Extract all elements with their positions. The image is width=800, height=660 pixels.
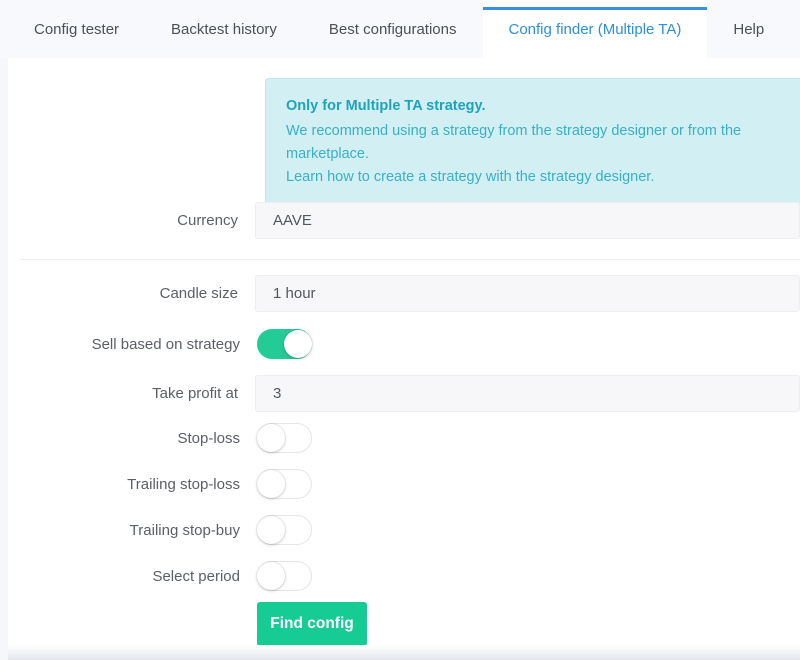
form-row-sell-based-on-strategy: Sell based on strategy bbox=[8, 329, 800, 359]
stop-loss-toggle[interactable] bbox=[257, 423, 312, 453]
stop-loss-label: Stop-loss bbox=[177, 429, 240, 447]
form-row-take-profit-at: Take profit at 3 bbox=[8, 374, 800, 412]
take-profit-at-label: Take profit at bbox=[152, 384, 238, 402]
trailing-stop-buy-label: Trailing stop-buy bbox=[129, 521, 240, 539]
candle-size-value: 1 hour bbox=[273, 284, 316, 302]
trailing-stop-loss-label: Trailing stop-loss bbox=[127, 475, 240, 493]
form-row-candle-size: Candle size 1 hour bbox=[8, 274, 800, 312]
tab-label: Backtest history bbox=[171, 20, 277, 38]
notice-line-2: Learn how to create a strategy with the … bbox=[286, 168, 655, 185]
toggle-knob bbox=[284, 330, 312, 358]
form-row-trailing-stop-buy: Trailing stop-buy bbox=[8, 515, 800, 545]
candle-size-select[interactable]: 1 hour bbox=[255, 274, 800, 312]
form-row-submit: Find config bbox=[8, 602, 800, 646]
select-period-control bbox=[257, 561, 800, 591]
sell-based-on-strategy-control bbox=[257, 329, 800, 359]
page-bottom-shadow bbox=[8, 645, 800, 660]
take-profit-at-value: 3 bbox=[273, 384, 282, 402]
tab-label: Best configurations bbox=[328, 20, 457, 38]
toggle-knob bbox=[257, 562, 285, 590]
find-config-button-label: Find config bbox=[270, 615, 354, 633]
form-row-trailing-stop-loss: Trailing stop-loss bbox=[8, 469, 800, 499]
tab-config-finder-multiple-ta[interactable]: Config finder (Multiple TA) bbox=[482, 0, 708, 58]
tab-label: Help bbox=[733, 20, 765, 38]
take-profit-at-input[interactable]: 3 bbox=[255, 374, 800, 412]
form-row-stop-loss: Stop-loss bbox=[8, 423, 800, 453]
currency-value: AAVE bbox=[273, 211, 312, 229]
toggle-knob bbox=[257, 424, 285, 452]
candle-size-control: 1 hour bbox=[255, 274, 800, 312]
tab-help[interactable]: Help bbox=[707, 0, 790, 58]
page-content: Only for Multiple TA strategy. We recomm… bbox=[8, 58, 800, 652]
stop-loss-control bbox=[257, 423, 800, 453]
tab-label: Config finder (Multiple TA) bbox=[508, 20, 682, 38]
trailing-stop-buy-toggle[interactable] bbox=[257, 515, 312, 545]
candle-size-label: Candle size bbox=[159, 284, 238, 302]
submit-control: Find config bbox=[257, 602, 800, 646]
tab-backtest-history[interactable]: Backtest history bbox=[145, 0, 303, 58]
currency-select[interactable]: AAVE bbox=[255, 201, 800, 239]
toggle-knob bbox=[257, 470, 285, 498]
tab-bar: Config tester Backtest history Best conf… bbox=[0, 0, 800, 58]
currency-label: Currency bbox=[177, 211, 238, 229]
currency-control: AAVE bbox=[255, 201, 800, 239]
config-finder-page: Config tester Backtest history Best conf… bbox=[0, 0, 800, 660]
tab-best-configurations[interactable]: Best configurations bbox=[303, 0, 483, 58]
trailing-stop-buy-control bbox=[257, 515, 800, 545]
form-row-select-period: Select period bbox=[8, 561, 800, 591]
notice-line-1: We recommend using a strategy from the s… bbox=[286, 122, 742, 162]
multiple-ta-notice: Only for Multiple TA strategy. We recomm… bbox=[265, 78, 800, 208]
select-period-label: Select period bbox=[152, 567, 240, 585]
notice-title: Only for Multiple TA strategy. bbox=[286, 98, 486, 114]
select-period-toggle[interactable] bbox=[257, 561, 312, 591]
find-config-button[interactable]: Find config bbox=[257, 602, 367, 646]
form-row-currency: Currency AAVE bbox=[8, 201, 800, 239]
toggle-knob bbox=[257, 516, 285, 544]
sell-based-on-strategy-toggle[interactable] bbox=[257, 329, 312, 359]
form-section-divider bbox=[20, 259, 800, 260]
sell-based-on-strategy-label: Sell based on strategy bbox=[91, 335, 240, 353]
tab-config-tester[interactable]: Config tester bbox=[8, 0, 145, 58]
tab-label: Config tester bbox=[34, 20, 120, 38]
trailing-stop-loss-toggle[interactable] bbox=[257, 469, 312, 499]
take-profit-at-control: 3 bbox=[255, 374, 800, 412]
trailing-stop-loss-control bbox=[257, 469, 800, 499]
